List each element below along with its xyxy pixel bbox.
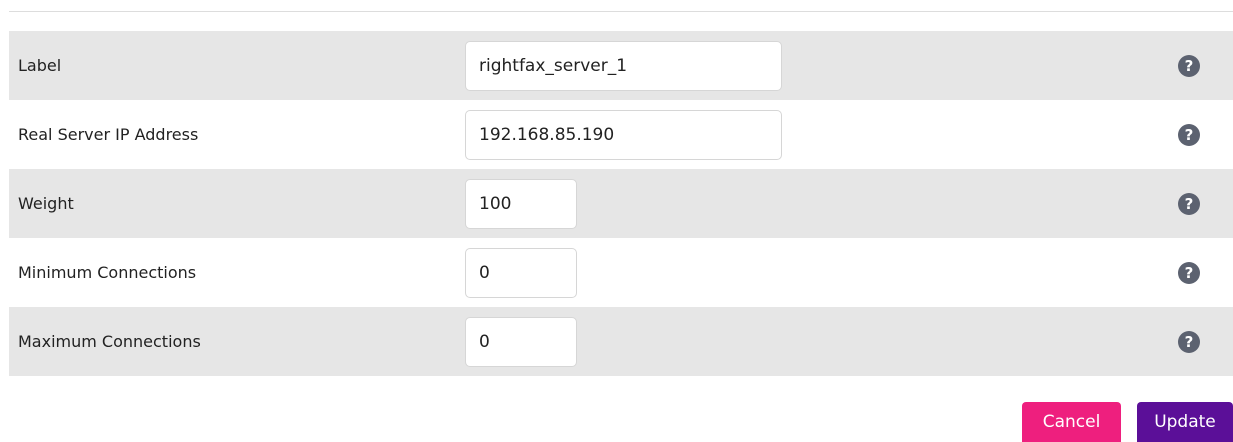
form-table: Label ? Real Server IP Address ? Weight … [9, 31, 1233, 376]
row-label: Label ? [9, 31, 1233, 100]
maximum-connections-input[interactable] [465, 316, 577, 367]
row-real-server-ip: Real Server IP Address ? [9, 100, 1233, 169]
row-maximum-connections: Maximum Connections ? [9, 307, 1233, 376]
row-weight: Weight ? [9, 169, 1233, 238]
question-circle-icon[interactable]: ? [1178, 330, 1200, 353]
real-server-edit-form: Label ? Real Server IP Address ? Weight … [0, 0, 1233, 442]
weight-input[interactable] [465, 178, 577, 229]
label-field-label: Label [18, 56, 62, 75]
minimum-connections-input[interactable] [465, 247, 577, 298]
top-divider [9, 11, 1233, 12]
question-circle-icon[interactable]: ? [1178, 261, 1200, 284]
update-button[interactable]: Update [1137, 402, 1233, 442]
ip-address-input[interactable] [465, 109, 782, 160]
cancel-button[interactable]: Cancel [1022, 402, 1121, 442]
question-circle-icon[interactable]: ? [1178, 192, 1200, 215]
label-input[interactable] [465, 40, 782, 91]
question-circle-icon[interactable]: ? [1178, 54, 1200, 77]
question-circle-icon[interactable]: ? [1178, 123, 1200, 146]
ip-address-label: Real Server IP Address [18, 125, 199, 144]
weight-label: Weight [18, 194, 74, 213]
row-minimum-connections: Minimum Connections ? [9, 238, 1233, 307]
maximum-connections-label: Maximum Connections [18, 332, 201, 351]
minimum-connections-label: Minimum Connections [18, 263, 197, 282]
